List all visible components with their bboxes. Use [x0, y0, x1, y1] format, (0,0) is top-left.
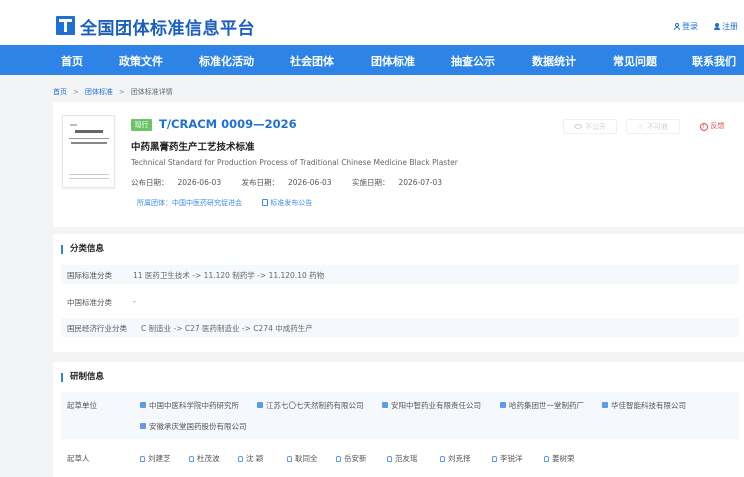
- register-link[interactable]: 注册: [714, 21, 738, 32]
- nav-item-activities[interactable]: 标准化活动: [199, 53, 254, 69]
- standard-summary-card: 现行 T/CRACM 0009—2026 中药黑膏药生产工艺技术标准 Techn…: [53, 102, 744, 227]
- breadcrumb: 首页 > 团体标准 > 团体标准详情: [53, 88, 173, 96]
- main-nav: 首页 政策文件 标准化活动 社会团体 团体标准 抽查公示 数据统计 常见问题 联…: [0, 45, 744, 75]
- classification-section-title: 分类信息: [61, 245, 104, 254]
- document-icon: [262, 199, 269, 206]
- industry-row: 国民经济行业分类 C 制造业 -> C27 医药制造业 -> C274 中成药生…: [61, 318, 739, 337]
- ccs-value: -: [133, 297, 136, 306]
- drafter: 耿同全: [287, 453, 318, 464]
- person-icon: [287, 456, 292, 462]
- collect-button[interactable]: ☆ 不可收: [626, 119, 680, 134]
- star-icon: ☆: [637, 123, 645, 131]
- drafting-unit: 哈药集团世一堂制药厂: [500, 400, 584, 411]
- nav-item-group-standards[interactable]: 团体标准: [371, 53, 415, 69]
- site-title[interactable]: 全国团体标准信息平台: [80, 14, 255, 39]
- effective-date: 实施日期： 2026-07-03: [351, 178, 443, 187]
- user-solid-icon: [714, 23, 720, 30]
- drafter: 沈 颖: [238, 453, 263, 464]
- nav-item-home[interactable]: 首页: [61, 53, 83, 69]
- issue-date: 发布日期： 2026-06-03: [241, 178, 332, 187]
- ccs-label: 中国标准分类: [67, 298, 112, 307]
- drafting-unit: 中国中医科学院中药研究所: [140, 400, 239, 411]
- login-link[interactable]: 登录: [674, 21, 698, 32]
- building-icon: [602, 402, 608, 408]
- drafting-card: 研制信息 起草单位 中国中医科学院中药研究所 江苏七〇七天然制药有限公司 安阳中…: [53, 362, 744, 477]
- nav-item-statistics[interactable]: 数据统计: [532, 53, 576, 69]
- person-icon: [238, 456, 243, 462]
- drafting-unit: 江苏七〇七天然制药有限公司: [257, 400, 364, 411]
- feedback-button[interactable]: ! 反馈: [688, 119, 736, 134]
- drafter: 刘克择: [440, 453, 471, 464]
- site-logo-icon[interactable]: [56, 16, 75, 35]
- not-public-button[interactable]: 不公开: [563, 119, 617, 134]
- nav-item-policy[interactable]: 政策文件: [119, 53, 163, 69]
- drafting-section-title: 研制信息: [61, 373, 104, 382]
- standard-code: T/CRACM 0009—2026: [159, 117, 297, 131]
- building-icon: [140, 423, 146, 429]
- owner-label: 所属团体：: [137, 199, 172, 207]
- drafter: 范友瑶: [387, 453, 418, 464]
- breadcrumb-group-standard[interactable]: 团体标准: [85, 88, 113, 96]
- owner-link[interactable]: 中国中医药研究促进会: [172, 199, 242, 207]
- site-header: 全国团体标准信息平台 登录 注册: [0, 0, 744, 45]
- person-icon: [440, 456, 445, 462]
- person-icon: [544, 456, 549, 462]
- nav-item-inspection[interactable]: 抽查公示: [451, 53, 495, 69]
- person-icon: [140, 456, 145, 462]
- person-icon: [387, 456, 392, 462]
- drafting-units-label: 起草单位: [67, 401, 97, 410]
- announcement-link[interactable]: 标准发布公告: [270, 199, 312, 207]
- nav-item-contact[interactable]: 联系我们: [692, 53, 736, 69]
- standard-title-en: Technical Standard for Production Proces…: [131, 158, 458, 167]
- drafting-unit: 安徽承庆堂国药股份有限公司: [140, 421, 247, 432]
- drafters-area: 起草人 刘建芝 杜茂波 沈 颖 耿同全 岳安新 范友瑶 刘克择 李锐洋 姜树荣: [61, 446, 739, 468]
- drafter: 李锐洋: [492, 453, 523, 464]
- standard-dates: 公布日期： 2026-06-03 发布日期： 2026-06-03 实施日期： 202…: [131, 177, 460, 188]
- owner-row: 所属团体：中国中医药研究促进会 标准发布公告: [137, 198, 312, 208]
- industry-label: 国民经济行业分类: [67, 324, 127, 333]
- status-badge: 现行: [131, 119, 152, 131]
- eye-icon: [574, 124, 582, 129]
- nav-item-organizations[interactable]: 社会团体: [290, 53, 334, 69]
- publish-date: 公布日期： 2026-06-03: [131, 178, 222, 187]
- ccs-row: 中国标准分类 -: [61, 292, 739, 311]
- industry-value: C 制造业 -> C27 医药制造业 -> C274 中成药生产: [141, 324, 313, 333]
- breadcrumb-current: 团体标准详情: [130, 88, 173, 96]
- standard-title-cn: 中药黑膏药生产工艺技术标准: [131, 142, 255, 153]
- building-icon: [257, 402, 263, 408]
- drafters-label: 起草人: [67, 454, 90, 463]
- building-icon: [140, 402, 146, 408]
- building-icon: [382, 402, 388, 408]
- person-icon: [189, 456, 194, 462]
- drafting-unit: 安阳中智药业有限责任公司: [382, 400, 481, 411]
- person-icon: [492, 456, 497, 462]
- breadcrumb-home[interactable]: 首页: [53, 88, 67, 96]
- ics-value: 11 医药卫生技术 -> 11.120 制药学 -> 11.120.10 药物: [133, 271, 325, 280]
- alert-icon: !: [699, 123, 708, 131]
- drafter: 刘建芝: [140, 453, 171, 464]
- drafter: 姜树荣: [544, 453, 575, 464]
- drafting-units-area: 起草单位 中国中医科学院中药研究所 江苏七〇七天然制药有限公司 安阳中智药业有限…: [61, 392, 739, 439]
- drafter: 杜茂波: [189, 453, 220, 464]
- building-icon: [500, 402, 506, 408]
- user-icon: [674, 23, 680, 30]
- drafter: 岳安新: [336, 453, 367, 464]
- classification-card: 分类信息 国际标准分类 11 医药卫生技术 -> 11.120 制药学 -> 1…: [53, 234, 744, 352]
- person-icon: [336, 456, 341, 462]
- drafting-unit: 华佳智能科技有限公司: [602, 400, 686, 411]
- nav-item-faq[interactable]: 常见问题: [613, 53, 657, 69]
- ics-row: 国际标准分类 11 医药卫生技术 -> 11.120 制药学 -> 11.120…: [61, 265, 739, 284]
- ics-label: 国际标准分类: [67, 271, 112, 280]
- standard-cover-thumbnail[interactable]: [62, 115, 115, 188]
